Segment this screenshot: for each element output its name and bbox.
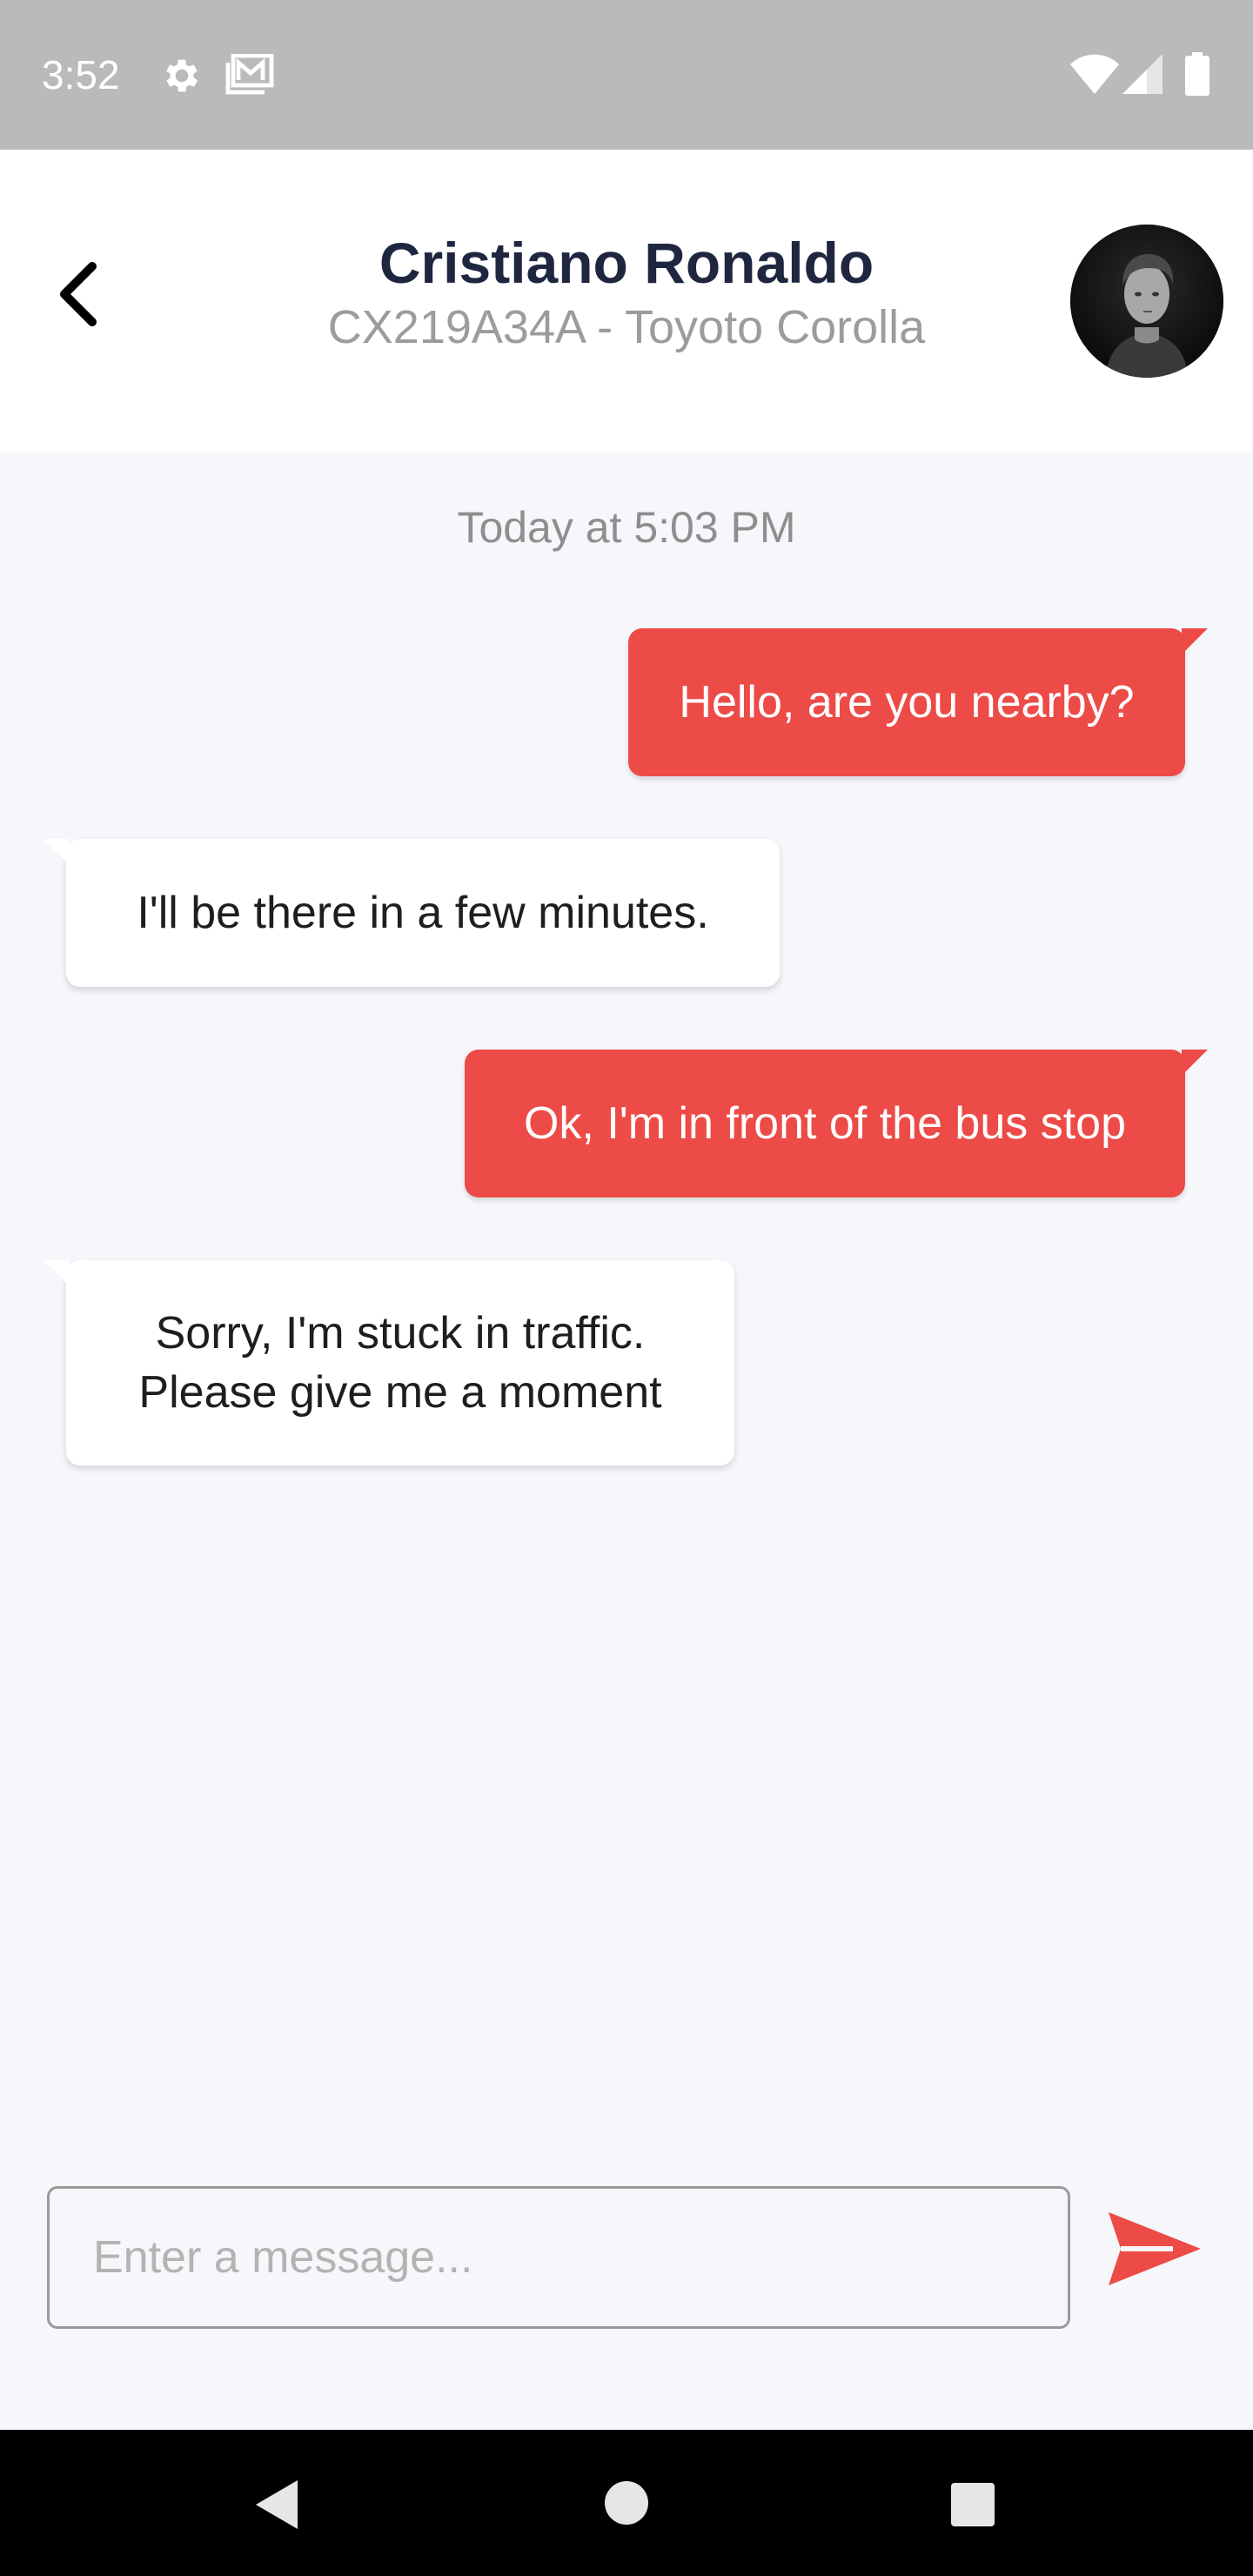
wifi-icon	[1070, 54, 1119, 94]
chat-area[interactable]: Today at 5:03 PM Hello, are you nearby? …	[0, 453, 1253, 2430]
gear-icon	[160, 54, 204, 97]
status-bar: 3:52	[0, 0, 1253, 150]
driver-name: Cristiano Ronaldo	[379, 231, 874, 295]
chat-header: Cristiano Ronaldo CX219A34A - Toyoto Cor…	[0, 150, 1253, 453]
avatar[interactable]	[1070, 225, 1223, 378]
nav-recents-icon[interactable]	[950, 2482, 995, 2527]
battery-icon	[1185, 52, 1209, 96]
outgoing-message: Ok, I'm in front of the bus stop	[465, 1050, 1208, 1197]
incoming-message: Sorry, I'm stuck in traffic. Please give…	[44, 1260, 734, 1466]
send-icon	[1103, 2205, 1206, 2292]
send-button[interactable]	[1103, 2205, 1206, 2292]
message-input[interactable]	[47, 2186, 1070, 2329]
cell-signal-icon	[1122, 54, 1163, 94]
mail-icon	[224, 53, 275, 96]
nav-back-icon[interactable]	[252, 2477, 301, 2532]
status-time: 3:52	[42, 52, 120, 97]
chat-timestamp: Today at 5:03 PM	[457, 503, 796, 552]
vehicle-info: CX219A34A - Toyoto Corolla	[327, 301, 926, 353]
system-nav-bar	[0, 2430, 1253, 2576]
nav-home-icon[interactable]	[604, 2480, 649, 2526]
incoming-message: I'll be there in a few minutes.	[44, 839, 780, 987]
outgoing-message: Hello, are you nearby?	[628, 628, 1208, 776]
